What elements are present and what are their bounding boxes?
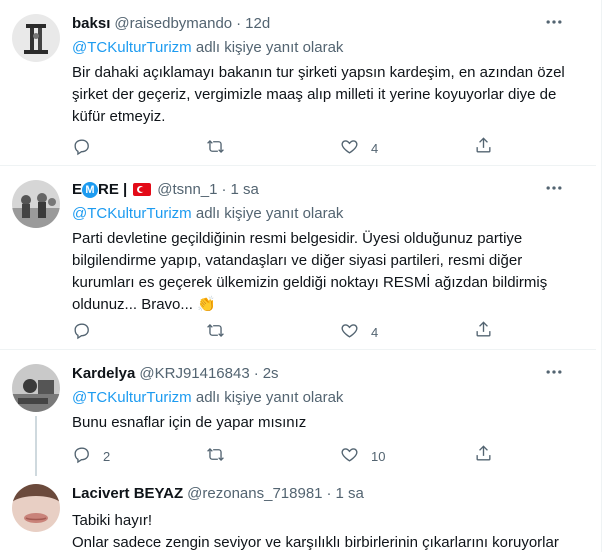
like-icon [340,445,359,467]
retweet-button[interactable] [206,137,340,159]
share-icon [474,321,493,343]
like-button[interactable]: 4 [340,137,474,159]
tweet-actions: 4 [72,136,497,160]
avatar-image [12,180,60,228]
user-handle[interactable]: @KRJ91416843 [139,364,249,384]
like-button[interactable]: 10 [340,445,474,467]
timestamp[interactable]: 2s [263,364,279,384]
tweet-text: Bunu esnaflar için de yapar mısınız [72,414,307,431]
turkey-flag-icon [133,183,152,196]
more-icon[interactable] [544,12,564,32]
reply-context: @TCKulturTurizm adlı kişiye yanıt olarak [72,204,582,224]
separator-dot: · [221,181,227,198]
more-icon[interactable] [544,178,564,198]
tweet-header: E M RE | @tsnn_1 · 1 sa [72,180,582,200]
timestamp[interactable]: 12d [245,14,270,34]
display-name[interactable]: baksı [72,14,110,34]
reply-feed: baksı @raisedbymando · 12d @TCKulturTuri… [0,0,602,552]
tweet-text: Tabiki hayır! Onlar sadece zengin seviyo… [72,512,559,551]
avatar-image [12,14,60,62]
share-icon [474,137,493,159]
like-count: 10 [371,448,386,464]
share-button[interactable] [474,320,493,344]
share-button[interactable] [474,444,493,468]
retweet-icon [206,321,225,343]
display-name[interactable]: Lacivert BEYAZ [72,484,183,504]
separator-dot: · [236,15,242,32]
thread-line [35,416,37,476]
reply-icon [72,137,91,159]
retweet-button[interactable] [206,445,340,467]
avatar[interactable] [12,14,60,62]
retweet-icon [206,445,225,467]
avatar[interactable] [12,484,60,532]
like-count: 4 [371,140,379,156]
more-icon[interactable] [544,362,564,382]
tweet[interactable]: baksı @raisedbymando · 12d @TCKulturTuri… [0,0,596,166]
reply-context: @TCKulturTurizm adlı kişiye yanıt olarak [72,38,582,58]
tweet-text: Bir dahaki açıklamayı bakanın tur şirket… [72,64,569,125]
separator-dot: · [326,485,332,502]
tweet[interactable]: Lacivert BEYAZ @rezonans_718981 · 1 sa T… [0,474,596,552]
name-badge: M [82,182,99,198]
reply-context: @TCKulturTurizm adlı kişiye yanıt olarak [72,388,582,408]
tweet-header: baksı @raisedbymando · 12d [72,14,582,34]
reply-button[interactable]: 2 [72,445,206,467]
like-count: 4 [371,324,379,340]
tweet-actions: 2 10 [72,444,497,468]
tweet-text: Parti devletine geçildiğinin resmi belge… [72,230,552,313]
user-handle[interactable]: @tsnn_1 [157,180,217,200]
like-button[interactable]: 4 [340,321,474,343]
retweet-icon [206,137,225,159]
reply-context-label: adlı kişiye yanıt olarak [195,205,344,222]
like-icon [340,137,359,159]
avatar[interactable] [12,364,60,412]
separator-dot: · [253,365,259,382]
reply-button[interactable] [72,321,206,343]
reply-button[interactable] [72,137,206,159]
reply-icon [72,445,91,467]
reply-context-label: adlı kişiye yanıt olarak [195,389,344,406]
retweet-button[interactable] [206,321,340,343]
share-button[interactable] [474,136,493,160]
display-name-suffix: RE | [98,181,128,198]
tweet[interactable]: Kardelya @KRJ91416843 · 2s @TCKulturTuri… [0,350,596,476]
tweet[interactable]: E M RE | @tsnn_1 · 1 sa @TCKulturTurizm ad… [0,166,596,350]
avatar-image [12,484,60,532]
reply-count: 2 [103,448,111,464]
tweet-header: Kardelya @KRJ91416843 · 2s [72,364,582,384]
display-name[interactable]: Kardelya [72,364,135,384]
mention-link[interactable]: @TCKulturTurizm [72,205,192,222]
user-handle[interactable]: @raisedbymando [114,14,232,34]
tweet-actions: 4 [72,320,497,344]
avatar[interactable] [12,180,60,228]
timestamp[interactable]: 1 sa [336,484,364,504]
reply-icon [72,321,91,343]
avatar-image [12,364,60,412]
like-icon [340,321,359,343]
tweet-header: Lacivert BEYAZ @rezonans_718981 · 1 sa [72,484,582,504]
mention-link[interactable]: @TCKulturTurizm [72,389,192,406]
display-name[interactable]: E M RE | [72,180,127,200]
reply-context-label: adlı kişiye yanıt olarak [195,39,344,56]
share-icon [474,445,493,467]
mention-link[interactable]: @TCKulturTurizm [72,39,192,56]
display-name-prefix: E [72,181,83,198]
user-handle[interactable]: @rezonans_718981 [187,484,322,504]
timestamp[interactable]: 1 sa [230,180,258,200]
